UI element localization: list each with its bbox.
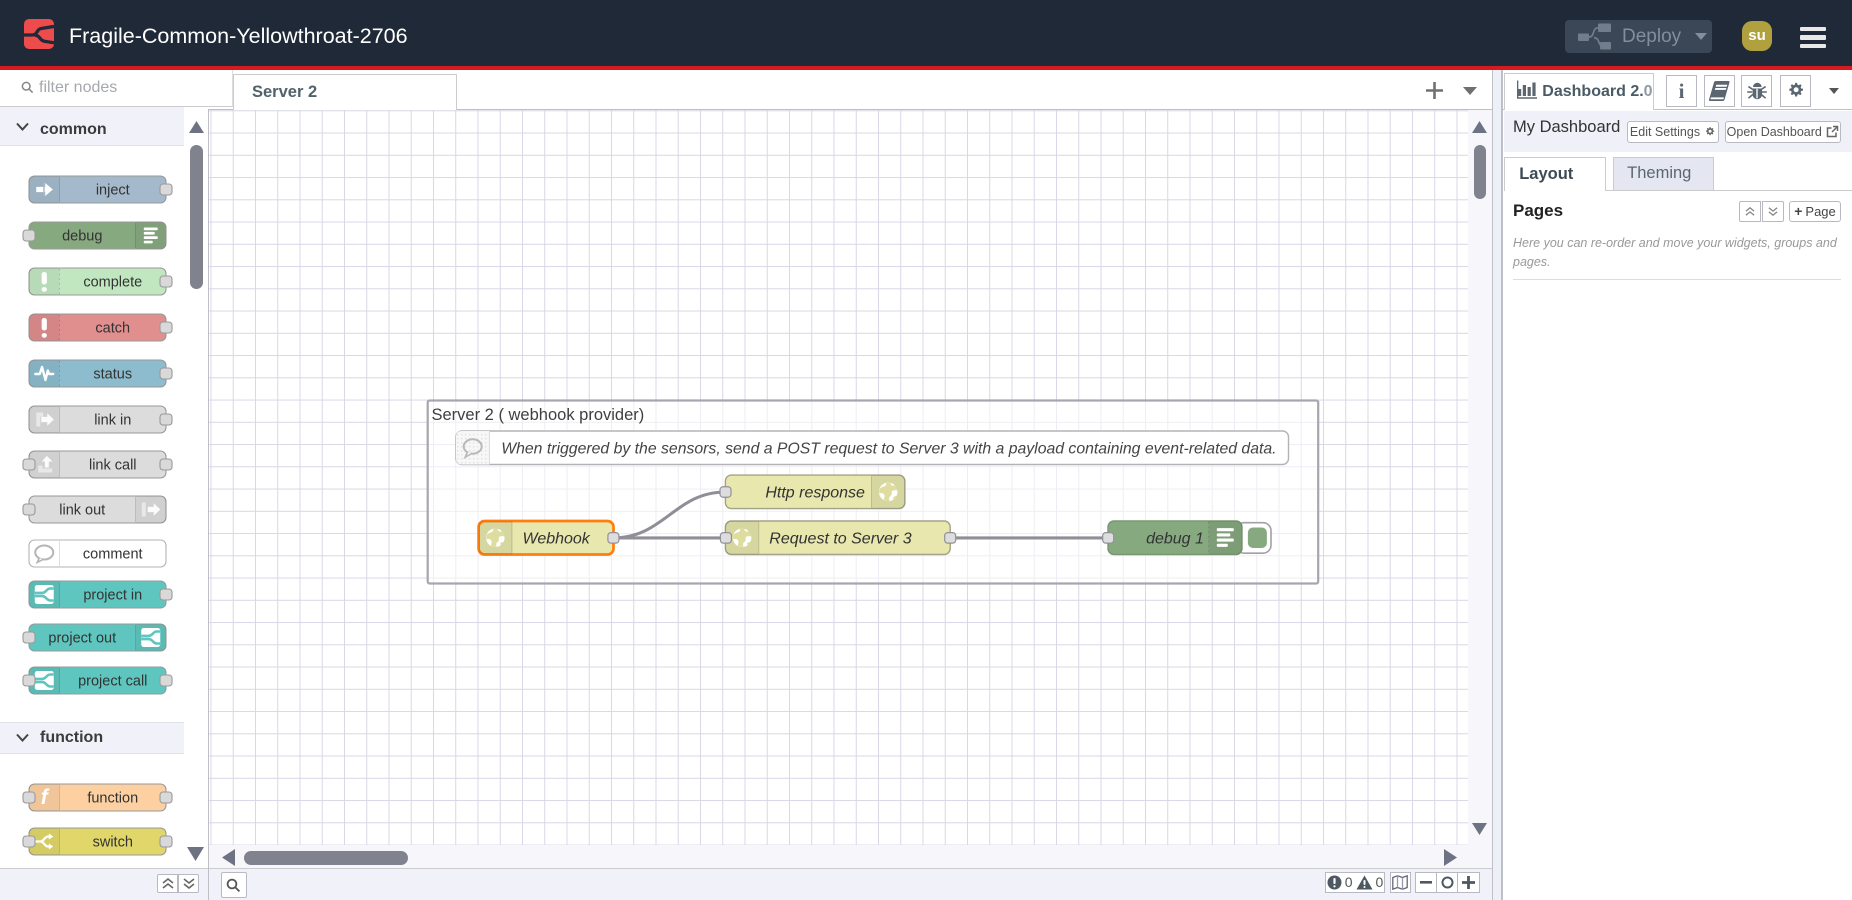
svg-text:complete: complete: [83, 275, 142, 291]
svg-text:debug: debug: [62, 229, 102, 245]
svg-text:switch: switch: [93, 835, 133, 851]
svg-text:link out: link out: [59, 503, 105, 519]
svg-text:When triggered by the sensors,: When triggered by the sensors, send a PO…: [501, 441, 1276, 458]
svg-text:Server 2 ( webhook provider): Server 2 ( webhook provider): [432, 406, 645, 424]
svg-text:status: status: [93, 367, 132, 383]
svg-text:function: function: [87, 791, 138, 807]
svg-text:comment: comment: [83, 547, 143, 563]
svg-text:Webhook: Webhook: [523, 530, 591, 547]
svg-text:project call: project call: [78, 674, 147, 690]
svg-text:link in: link in: [94, 413, 131, 429]
svg-text:debug 1: debug 1: [1146, 530, 1204, 547]
svg-text:catch: catch: [95, 321, 130, 337]
svg-text:link call: link call: [89, 458, 137, 474]
svg-text:Http response: Http response: [765, 484, 865, 501]
svg-text:Request to Server 3: Request to Server 3: [769, 530, 911, 547]
svg-text:inject: inject: [96, 183, 130, 199]
svg-text:project out: project out: [48, 631, 116, 647]
svg-text:project in: project in: [83, 588, 142, 604]
